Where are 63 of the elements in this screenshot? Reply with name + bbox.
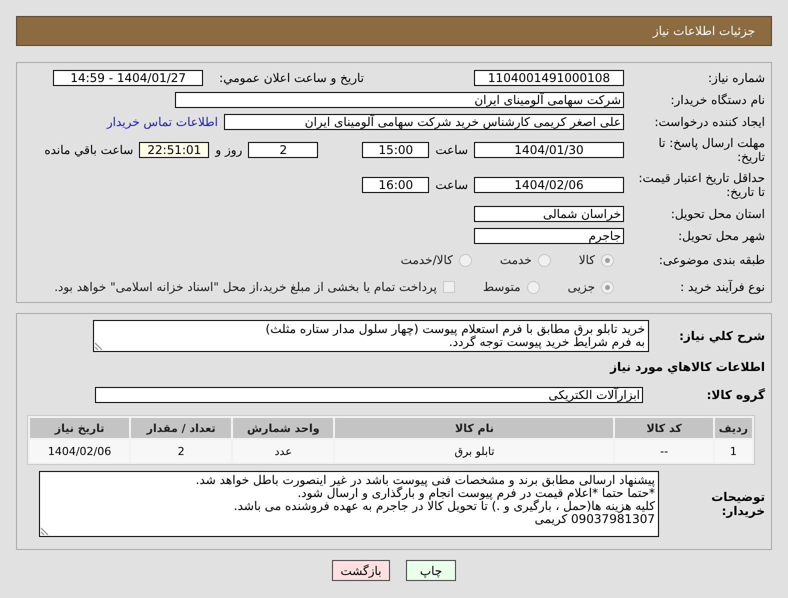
resize-grip-icon — [95, 342, 103, 350]
table-cell: -- — [615, 440, 713, 462]
table-cell: 1404/02/06 — [30, 440, 130, 462]
radio-label: خدمت — [500, 253, 532, 267]
table-cell: 2 — [131, 440, 232, 462]
radio-label: متوسط — [482, 280, 521, 294]
field-label: روز و — [215, 143, 242, 157]
text-field[interactable]: خراسان شمالی — [474, 206, 624, 222]
field-label: طبقه بندی موضوعی: — [658, 253, 765, 267]
buyer-contact-link[interactable]: اطلاعات تماس خریدار — [106, 114, 218, 128]
column-header: تعداد / مقدار — [131, 418, 232, 438]
page-header: جزئیات اطلاعات نیاز — [16, 16, 772, 46]
field-label: ایجاد کننده درخواست: — [653, 114, 765, 128]
table-cell: عدد — [233, 440, 334, 462]
field-label: توضیحات خریدار: — [710, 490, 765, 518]
field-label: ساعت — [435, 143, 468, 157]
radio-label: جزیی — [568, 280, 595, 294]
field-label: حداقل تاریخ اعتبار قیمت: تا تاریخ: — [637, 171, 765, 199]
field-label: اطلاعات کالاهاي مورد نیاز — [608, 360, 765, 374]
back-button[interactable]: بازگشت — [332, 560, 390, 581]
table-cell: تابلو برق — [335, 440, 614, 462]
text-field[interactable]: 1404/01/27 - 14:59 — [53, 70, 204, 86]
buyer-notes-textarea[interactable]: پیشنهاد ارسالی مطابق برند و مشخصات فنی پیوست باشد در غیر اینصورت باطل خواهد شد. *حتما حتما *اعلام قیمت در فرم پیوست انجام و بارگذاری و ارسال شود. کلیه هزینه ها(حمل ، بارگیری و .) تا تحویل کالا در جاجرم به عهده فروشنده می باشد. 09037981307 کریمی — [39, 471, 659, 537]
text-field[interactable]: ابزارآلات الکتریکی — [95, 387, 643, 403]
text-field[interactable]: جاجرم — [474, 228, 624, 244]
column-header: واحد شمارش — [233, 418, 334, 438]
checkbox[interactable] — [442, 281, 455, 293]
field-label: شهر محل تحویل: — [677, 228, 765, 242]
table-cell: 1 — [714, 440, 752, 462]
text-field[interactable]: 1404/01/30 — [474, 142, 624, 158]
checkbox-label: پرداخت تمام یا بخشی از مبلغ خرید،از محل "اسناد خزانه اسلامی" خواهد بود. — [54, 280, 437, 294]
radio-label: کالا — [578, 253, 595, 267]
text-field[interactable]: 2 — [248, 142, 318, 158]
text-field[interactable]: 15:00 — [362, 142, 430, 158]
text-field[interactable]: شرکت سهامی آلومینای ایران — [175, 92, 624, 108]
radio-label: کالا/خدمت — [400, 253, 453, 267]
text-field[interactable]: 1404/02/06 — [474, 177, 624, 193]
text-field[interactable]: 1104001491000108 — [474, 70, 624, 86]
column-header: نام کالا — [335, 418, 614, 438]
radio-button[interactable] — [601, 280, 614, 294]
field-label: نام دستگاه خریدار: — [670, 92, 765, 106]
field-label: شرح کلي نیاز: — [678, 329, 765, 343]
text-field[interactable]: علی اصغر کریمی کارشناس خرید شرکت سهامی آلومینای ایران — [224, 114, 624, 130]
radio-button[interactable] — [458, 254, 472, 266]
field-label: شماره نیاز: — [707, 70, 765, 84]
radio-button[interactable] — [538, 254, 551, 266]
resize-grip-icon — [41, 527, 49, 535]
field-label: ساعت — [435, 178, 468, 192]
field-label: مهلت ارسال پاسخ: تا تاریخ: — [657, 136, 765, 164]
field-label: ساعت باقي مانده — [44, 143, 134, 157]
column-header: تاریخ نیاز — [30, 418, 130, 438]
column-header: ردیف — [714, 418, 752, 438]
field-label: استان محل تحویل: — [670, 206, 765, 220]
radio-button[interactable] — [526, 280, 540, 294]
print-button[interactable]: چاپ — [406, 560, 456, 581]
column-header: کد کالا — [615, 418, 713, 438]
radio-button[interactable] — [601, 254, 614, 266]
field-label: تاریخ و ساعت اعلان عمومي: — [219, 70, 364, 84]
description-textarea[interactable]: خرید تابلو برق مطابق با فرم استعلام پیوست (چهار سلول مدار ستاره مثلث) به فرم شرایط خرید پیوست توجه گردد. — [93, 320, 649, 352]
text-field[interactable]: 16:00 — [362, 177, 430, 193]
text-field[interactable]: 22:51:01 — [139, 142, 210, 158]
field-label: گروه کالا: — [706, 388, 765, 402]
field-label: نوع فرآیند خرید : — [679, 280, 765, 294]
